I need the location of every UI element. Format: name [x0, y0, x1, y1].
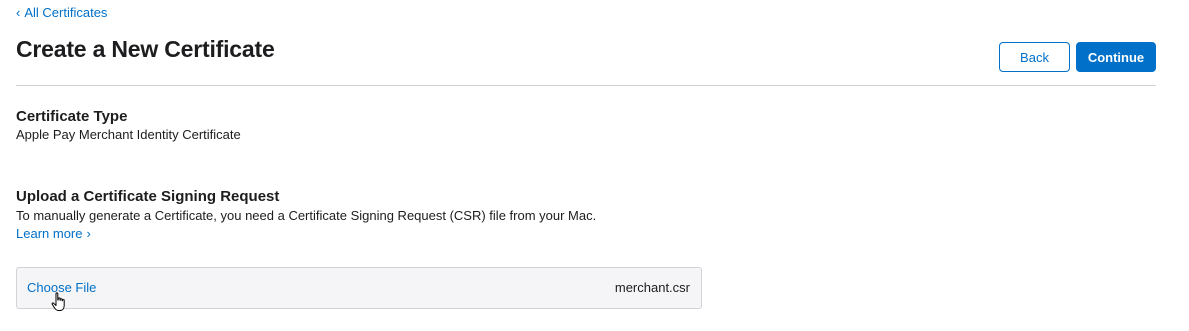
all-certificates-link[interactable]: ‹ All Certificates: [16, 5, 107, 20]
all-certificates-label: All Certificates: [24, 5, 108, 20]
learn-more-label: Learn more: [16, 226, 83, 241]
certificate-type-value: Apple Pay Merchant Identity Certificate: [16, 127, 241, 142]
page-title: Create a New Certificate: [16, 36, 275, 62]
learn-more-link[interactable]: Learn more ›: [16, 226, 91, 241]
continue-button[interactable]: Continue: [1076, 42, 1156, 72]
create-certificate-page: ‹ All Certificates Create a New Certific…: [0, 0, 1189, 331]
chevron-left-icon: ‹: [16, 5, 21, 20]
csr-upload-description: To manually generate a Certificate, you …: [16, 208, 597, 223]
selected-file-name: merchant.csr: [614, 280, 690, 295]
file-upload-field[interactable]: Choose File merchant.csr: [16, 267, 702, 309]
certificate-type-heading: Certificate Type: [16, 108, 128, 125]
chevron-right-icon: ›: [86, 226, 91, 241]
back-button[interactable]: Back: [999, 42, 1070, 72]
choose-file-button[interactable]: Choose File: [27, 280, 96, 295]
csr-upload-heading: Upload a Certificate Signing Request: [16, 188, 280, 205]
header-divider: [16, 85, 1156, 86]
